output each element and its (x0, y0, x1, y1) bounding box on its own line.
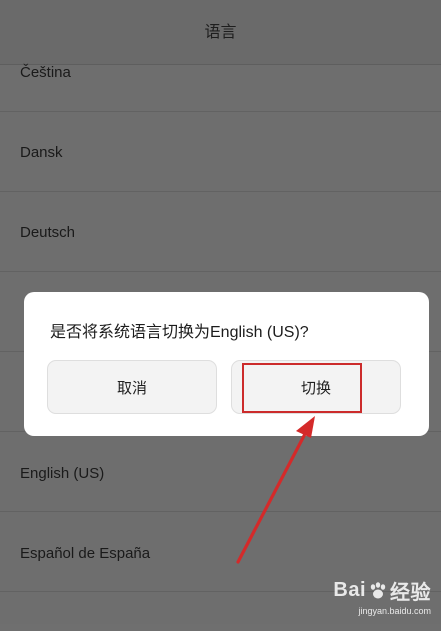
switch-language-dialog: 是否将系统语言切换为English (US)? 取消 切换 (24, 292, 429, 436)
watermark-logo: Bai 经验 (333, 576, 431, 605)
language-item-dansk[interactable]: Dansk (0, 111, 441, 192)
language-label: Čeština (20, 64, 71, 81)
language-item-deutsch[interactable]: Deutsch (0, 191, 441, 272)
language-label: Deutsch (20, 224, 76, 241)
language-settings-screen: 语言 Čeština Dansk Deutsch English (US) Es… (0, 0, 441, 624)
switch-button-label: 切换 (300, 378, 331, 397)
switch-button[interactable]: 切换 (231, 360, 401, 414)
language-label: English (US) (20, 465, 105, 482)
watermark-url: jingyan.baidu.com (358, 606, 431, 616)
cancel-button-label: 取消 (116, 378, 147, 397)
watermark-logo-right: 经验 (390, 582, 431, 604)
watermark-logo-left: Bai (333, 579, 366, 601)
language-item-cestina[interactable]: Čeština (0, 64, 441, 112)
language-label: Español de España (20, 545, 151, 562)
cancel-button[interactable]: 取消 (47, 360, 217, 414)
baidu-watermark: Bai 经验 jingyan.baidu.com (333, 576, 431, 616)
language-label: Dansk (20, 144, 63, 161)
title-bar: 语言 (0, 0, 441, 65)
paw-icon (370, 581, 386, 598)
page-title: 语言 (204, 22, 237, 41)
dialog-message: 是否将系统语言切换为English (US)? (50, 324, 309, 341)
language-item-english-us[interactable]: English (US) (0, 431, 441, 512)
